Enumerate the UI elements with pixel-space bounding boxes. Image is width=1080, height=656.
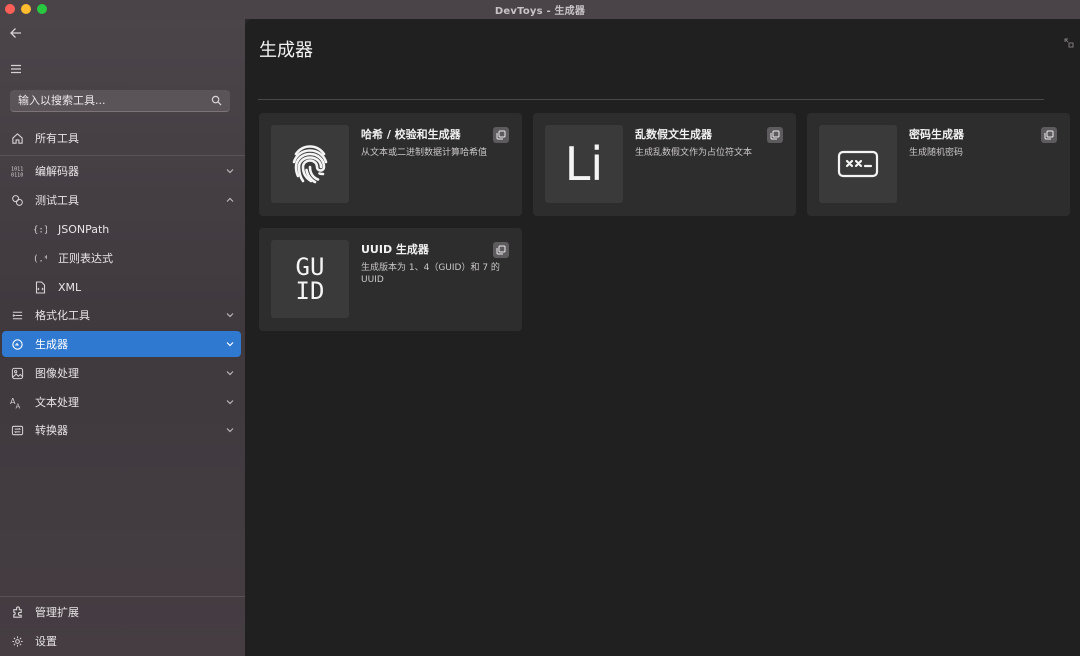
- sidebar-item-label: 设置: [35, 635, 57, 648]
- page-title: 生成器: [259, 40, 313, 61]
- sidebar-item-label: XML: [58, 280, 82, 294]
- sidebar-item-label: 正则表达式: [58, 252, 113, 265]
- card-description: 生成随机密码: [909, 148, 964, 158]
- sidebar-item-manage-extensions[interactable]: 管理扩展: [2, 599, 241, 625]
- sidebar-item-text[interactable]: AA 文本处理: [2, 389, 241, 415]
- open-in-new-window-icon: [496, 245, 506, 255]
- sidebar-item-xml[interactable]: XML: [2, 274, 241, 300]
- window-controls: [5, 4, 47, 14]
- gear-icon: [10, 634, 24, 648]
- open-in-new-window-button[interactable]: [493, 127, 509, 143]
- sidebar-item-all-tools[interactable]: 所有工具: [2, 125, 241, 151]
- zoom-window-button[interactable]: [37, 4, 47, 14]
- svg-text:1011: 1011: [11, 166, 23, 172]
- chevron-down-icon[interactable]: [225, 368, 235, 378]
- card-description: 从文本或二进制数据计算哈希值: [361, 148, 488, 158]
- open-in-new-window-icon: [770, 130, 780, 140]
- sidebar-item-generators[interactable]: 生成器: [2, 331, 241, 357]
- open-in-new-window-icon: [1044, 130, 1054, 140]
- chevron-up-icon[interactable]: [225, 195, 235, 205]
- generator-icon: [10, 337, 24, 351]
- text-icon: AA: [10, 395, 24, 409]
- sidebar-divider: [0, 596, 245, 597]
- sidebar-item-label: 管理扩展: [35, 606, 79, 619]
- header-divider: [258, 99, 1044, 100]
- open-in-new-window-button[interactable]: [1041, 127, 1057, 143]
- lorem-ipsum-icon: Li: [564, 137, 604, 191]
- card-description: 生成乱数假文作为占位符文本: [635, 148, 753, 158]
- home-icon: [10, 131, 24, 145]
- sidebar-item-graphic[interactable]: 图像处理: [2, 360, 241, 386]
- search-input[interactable]: [18, 94, 211, 107]
- sidebar-item-label: 测试工具: [35, 194, 79, 207]
- card-title: 乱数假文生成器: [635, 128, 712, 141]
- svg-text:A: A: [16, 402, 21, 409]
- sidebar-item-label: 文本处理: [35, 396, 79, 409]
- tool-tile: [819, 125, 897, 203]
- password-icon: [837, 150, 879, 178]
- chevron-down-icon[interactable]: [225, 166, 235, 176]
- tool-card-password-generator[interactable]: 密码生成器 生成随机密码: [807, 113, 1070, 216]
- extension-icon: [10, 605, 24, 619]
- chevron-down-icon[interactable]: [225, 425, 235, 435]
- card-description: 生成版本为 1、4（GUID）和 7 的 UUID: [361, 263, 500, 285]
- sidebar-item-label: 生成器: [35, 338, 68, 351]
- chevron-down-icon[interactable]: [225, 397, 235, 407]
- sidebar-item-label: 编解码器: [35, 165, 79, 178]
- regex-icon: (.*): [33, 251, 47, 265]
- close-window-button[interactable]: [5, 4, 15, 14]
- sidebar-item-label: JSONPath: [58, 222, 110, 236]
- card-title: UUID 生成器: [361, 243, 429, 256]
- sidebar: 所有工具 10110110 编解码器 测试工具 {:} JSONPath (.*…: [0, 19, 245, 656]
- jsonpath-icon: {:}: [33, 222, 47, 236]
- test-icon: [10, 193, 24, 207]
- svg-text:{:}: {:}: [33, 226, 47, 236]
- sidebar-item-regex[interactable]: (.*) 正则表达式: [2, 245, 241, 271]
- sidebar-item-settings[interactable]: 设置: [2, 628, 241, 654]
- search-icon[interactable]: [211, 95, 222, 106]
- sidebar-divider: [0, 155, 245, 156]
- tool-card-lorem-ipsum-generator[interactable]: Li 乱数假文生成器 生成乱数假文作为占位符文本: [533, 113, 796, 216]
- sidebar-item-formatters[interactable]: 格式化工具: [2, 302, 241, 328]
- card-title: 哈希 / 校验和生成器: [361, 128, 461, 141]
- back-arrow-icon[interactable]: [8, 25, 24, 41]
- tool-tile: Li: [545, 125, 623, 203]
- binary-icon: 1011 0110: [10, 164, 24, 178]
- window-title: DevToys - 生成器: [494, 6, 586, 17]
- open-in-new-window-button[interactable]: [493, 242, 509, 258]
- main-content: 生成器 哈希 / 校验和生成器 从文本或二进制数据计算哈希值 Li 乱数假文生成…: [245, 19, 1080, 656]
- sidebar-item-converters[interactable]: 转换器: [2, 417, 241, 443]
- xml-file-icon: [33, 280, 47, 294]
- fingerprint-icon: [292, 145, 328, 184]
- chevron-down-icon[interactable]: [225, 339, 235, 349]
- sidebar-item-testers[interactable]: 测试工具: [2, 187, 241, 213]
- open-in-new-window-button[interactable]: [767, 127, 783, 143]
- guid-icon-line-1: GU: [295, 253, 325, 281]
- guid-icon-line-2: ID: [295, 277, 325, 305]
- chevron-down-icon[interactable]: [225, 310, 235, 320]
- search-box[interactable]: [10, 90, 230, 112]
- image-icon: [10, 366, 24, 380]
- title-bar: DevToys - 生成器: [0, 0, 1080, 19]
- sidebar-item-label: 转换器: [35, 424, 68, 437]
- converter-icon: [10, 423, 24, 437]
- tool-card-hash-generator[interactable]: 哈希 / 校验和生成器 从文本或二进制数据计算哈希值: [259, 113, 522, 216]
- tool-tile: GU ID: [271, 240, 349, 318]
- tool-card-uuid-generator[interactable]: GU ID UUID 生成器 生成版本为 1、4（GUID）和 7 的 UUID: [259, 228, 522, 331]
- guid-icon: GU ID: [296, 255, 325, 303]
- card-title: 密码生成器: [909, 128, 964, 141]
- compact-overlay-icon[interactable]: [1064, 38, 1074, 48]
- tool-tile: [271, 125, 349, 203]
- svg-text:0110: 0110: [11, 172, 23, 177]
- sidebar-item-label: 格式化工具: [35, 309, 90, 322]
- open-in-new-window-icon: [496, 130, 506, 140]
- sidebar-item-label: 所有工具: [35, 132, 79, 145]
- minimize-window-button[interactable]: [21, 4, 31, 14]
- sidebar-item-jsonpath[interactable]: {:} JSONPath: [2, 216, 241, 242]
- sidebar-item-encoders[interactable]: 1011 0110 编解码器: [2, 158, 241, 184]
- hamburger-menu-icon[interactable]: [8, 61, 24, 77]
- svg-text:(.*): (.*): [33, 255, 47, 265]
- format-icon: [10, 308, 24, 322]
- sidebar-item-label: 图像处理: [35, 367, 79, 380]
